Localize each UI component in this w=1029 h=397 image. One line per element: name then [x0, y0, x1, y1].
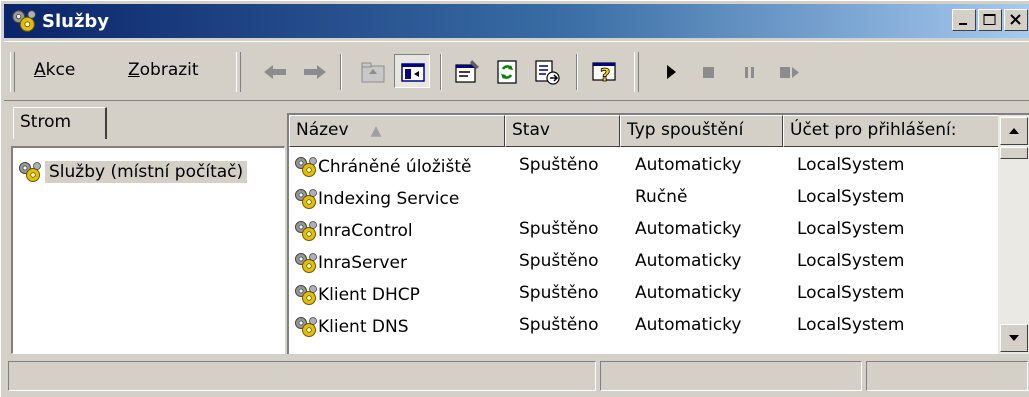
- toolbar-grip-2[interactable]: [236, 52, 241, 92]
- logon-account-cell: LocalSystem: [797, 219, 905, 239]
- title-bar[interactable]: Služby: [4, 4, 1029, 38]
- services-window: Služby Akce Zobrazit ? Strom Služby (mís…: [0, 0, 1029, 397]
- service-status-cell: Spuštěno: [519, 155, 599, 175]
- status-pane-2: [600, 361, 862, 391]
- column-header-logon-account[interactable]: Účet pro přihlášení:: [783, 115, 1000, 147]
- startup-type-cell: Automaticky: [635, 283, 742, 303]
- table-row[interactable]: Indexing Service Ručně LocalSystem: [289, 181, 999, 213]
- maximize-icon: [983, 14, 996, 25]
- start-service-icon[interactable]: [656, 57, 686, 87]
- back-arrow-icon[interactable]: [260, 57, 290, 87]
- tree-item-services-local[interactable]: Služby (místní počítač): [17, 160, 248, 184]
- sort-ascending-icon: ▲: [370, 123, 382, 139]
- logon-account-cell: LocalSystem: [797, 155, 905, 175]
- table-row[interactable]: InraServer Spuštěno Automaticky LocalSystem: [289, 245, 999, 277]
- gears-icon: [295, 157, 317, 177]
- menu-action[interactable]: Akce: [34, 60, 75, 80]
- startup-type-cell: Ručně: [635, 187, 688, 207]
- logon-account-cell: LocalSystem: [797, 187, 905, 207]
- vertical-scrollbar[interactable]: [998, 115, 1029, 354]
- close-button[interactable]: [1004, 9, 1028, 31]
- status-pane-3: [866, 361, 1028, 391]
- toolbar-grip-3[interactable]: [634, 52, 639, 92]
- scroll-up-button[interactable]: [1000, 117, 1028, 145]
- tree-item-label: Služby (místní počítač): [45, 161, 248, 183]
- gears-icon: [12, 10, 36, 32]
- startup-type-cell: Automaticky: [635, 251, 742, 271]
- properties-icon[interactable]: [452, 57, 482, 87]
- up-folder-icon[interactable]: [358, 57, 388, 87]
- logon-account-cell: LocalSystem: [797, 283, 905, 303]
- gears-icon: [295, 317, 317, 337]
- maximize-button[interactable]: [978, 9, 1002, 31]
- window-title: Služby: [42, 10, 110, 32]
- toolbar-separator: [340, 54, 342, 90]
- svg-text:?: ?: [600, 65, 610, 86]
- toolbar-separator: [440, 54, 442, 90]
- toolbar-grip[interactable]: [10, 52, 15, 92]
- arrow-down-icon: [1009, 335, 1019, 341]
- column-header-startup-type[interactable]: Typ spouštění: [620, 115, 783, 147]
- services-list: Název ▲ Stav Typ spouštění Účet pro přihl…: [287, 113, 1029, 354]
- minimize-button[interactable]: [952, 9, 976, 31]
- refresh-icon[interactable]: [492, 57, 522, 87]
- gears-icon: [295, 189, 317, 209]
- service-status-cell: Spuštěno: [519, 315, 599, 335]
- service-name-cell: Indexing Service: [293, 187, 459, 211]
- scrollbar-thumb[interactable]: [1000, 147, 1028, 159]
- toolbar: Akce Zobrazit ?: [4, 41, 1029, 101]
- close-icon: [1010, 14, 1021, 25]
- table-row[interactable]: InraControl Spuštěno Automaticky LocalSyste…: [289, 213, 999, 245]
- gears-icon: [19, 162, 41, 182]
- help-icon[interactable]: ?: [590, 57, 620, 87]
- table-row[interactable]: Klient DHCP Spuštěno Automaticky LocalSyste…: [289, 277, 999, 309]
- toolbar-separator: [576, 54, 578, 90]
- logon-account-cell: LocalSystem: [797, 315, 905, 335]
- show-hide-tree-icon: [401, 63, 425, 82]
- pause-service-icon[interactable]: [734, 57, 764, 87]
- table-row[interactable]: Klient DNS Spuštěno Automaticky LocalSystem: [289, 309, 999, 341]
- service-status-cell: Spuštěno: [519, 219, 599, 239]
- export-list-icon[interactable]: [532, 57, 562, 87]
- status-bar: [4, 359, 1029, 393]
- forward-arrow-icon[interactable]: [300, 57, 330, 87]
- column-header-name[interactable]: Název ▲: [289, 115, 505, 147]
- tree-panel: Služby (místní počítač): [11, 146, 285, 354]
- logon-account-cell: LocalSystem: [797, 251, 905, 271]
- gears-icon: [295, 221, 317, 241]
- service-name-cell: Klient DNS: [293, 315, 409, 339]
- column-header-status[interactable]: Stav: [505, 115, 620, 147]
- status-pane-main: [8, 361, 596, 391]
- startup-type-cell: Automaticky: [635, 219, 742, 239]
- stop-service-icon[interactable]: [694, 57, 724, 87]
- arrow-up-icon: [1009, 128, 1019, 134]
- service-name-cell: Chráněné úložiště: [293, 155, 471, 179]
- startup-type-cell: Automaticky: [635, 315, 742, 335]
- service-status-cell: Spuštěno: [519, 283, 599, 303]
- service-name-cell: InraServer: [293, 251, 407, 275]
- menu-view[interactable]: Zobrazit: [128, 60, 199, 80]
- restart-service-icon[interactable]: [774, 57, 804, 87]
- minimize-icon: [959, 23, 967, 25]
- service-name-cell: InraControl: [293, 219, 413, 243]
- service-status-cell: Spuštěno: [519, 251, 599, 271]
- caption-buttons: [952, 9, 1028, 31]
- service-name-cell: Klient DHCP: [293, 283, 420, 307]
- gears-icon: [295, 285, 317, 305]
- gears-icon: [295, 253, 317, 273]
- startup-type-cell: Automaticky: [635, 155, 742, 175]
- scroll-down-button[interactable]: [1000, 324, 1028, 352]
- tab-tree[interactable]: Strom: [13, 107, 107, 139]
- table-row[interactable]: Chráněné úložiště Spuštěno Automaticky Loca…: [289, 149, 999, 181]
